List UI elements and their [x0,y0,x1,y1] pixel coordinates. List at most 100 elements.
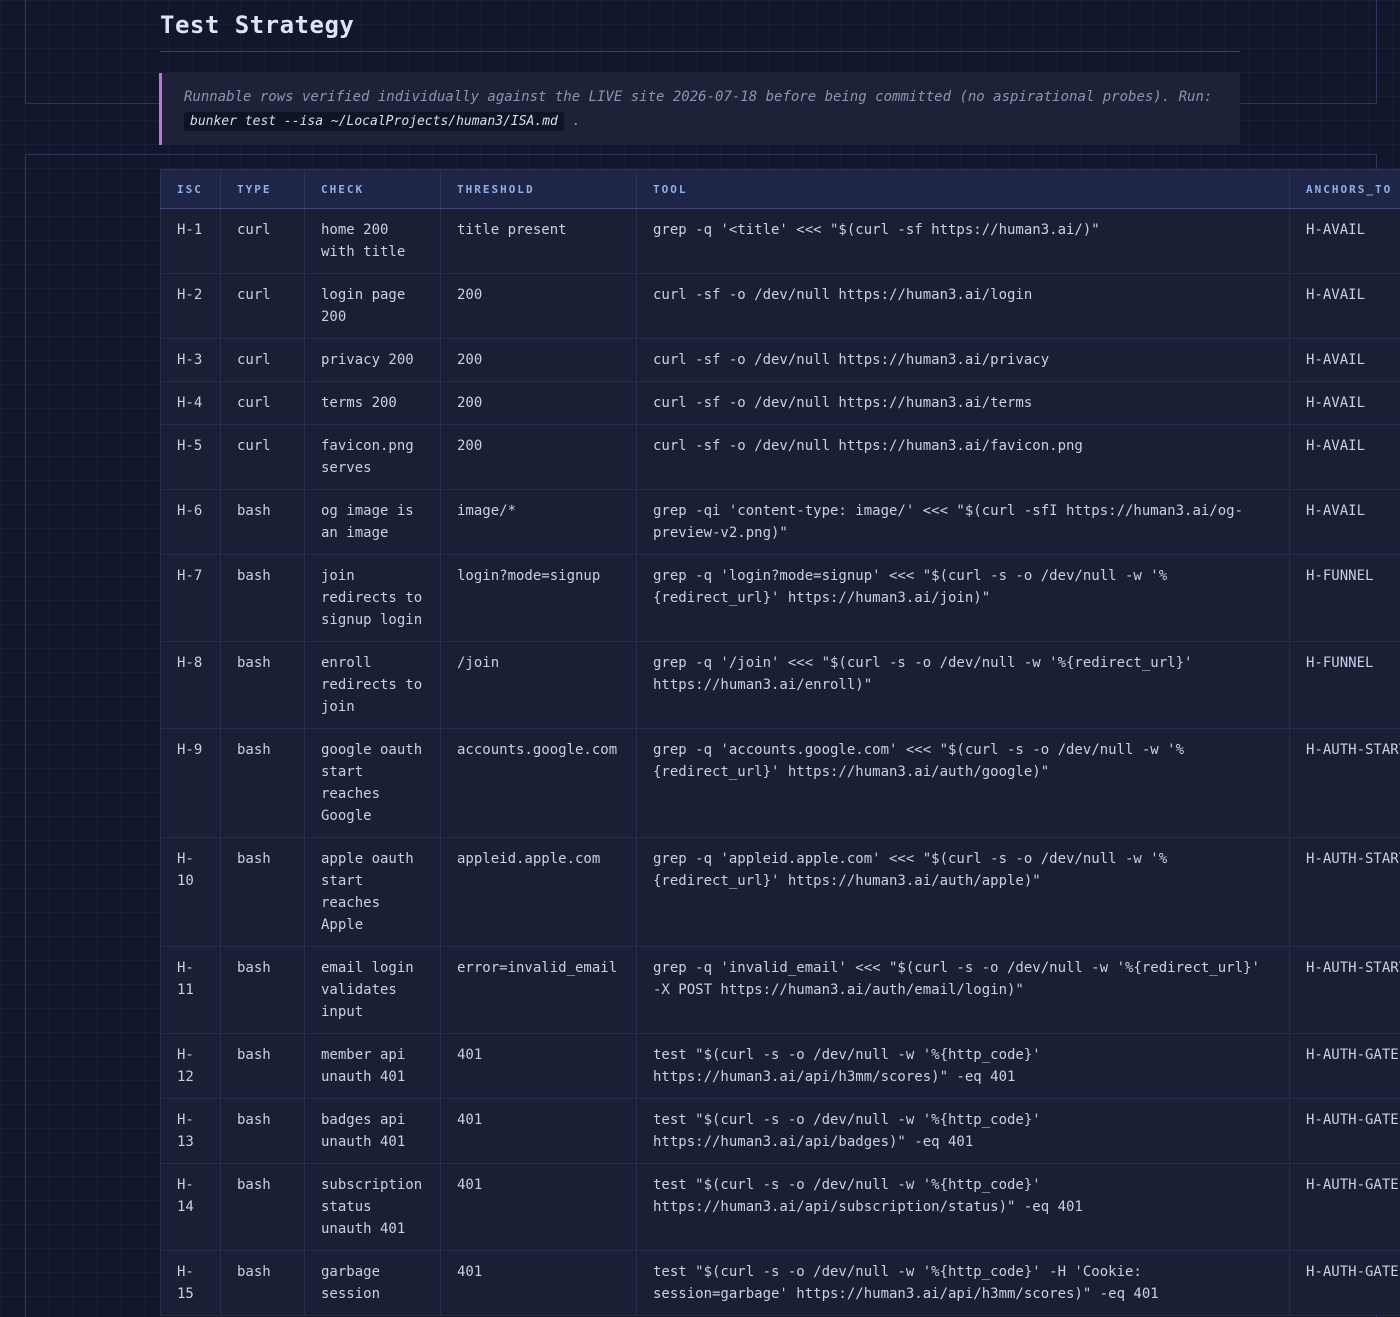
cell-type: bash [220,554,305,642]
section-heading: Test Strategy [160,8,1240,52]
table-row: H-1 curl home 200 with title title present g… [160,208,1400,274]
cell-tool: grep -qi 'content-type: image/' <<< "$(c… [636,489,1290,555]
table-row: H-4 curl terms 200 200 curl -sf -o /dev/null… [160,381,1400,425]
column-header-anchors-to: ANCHORS_TO [1289,169,1400,209]
table-row: H-2 curl login page 200 200 curl -sf -o /dev… [160,273,1400,339]
cell-check: favicon.png serves [304,424,441,490]
cell-check: login page 200 [304,273,441,339]
cell-type: bash [220,489,305,555]
column-header-threshold: THRESHOLD [440,169,637,209]
cell-check: google oauth start reaches Google [304,728,441,838]
cell-threshold: 401 [440,1098,637,1164]
cell-anchors-to: H-AUTH-START [1289,837,1400,947]
table-row: H-15 bash garbage session 401 test "$(curl -… [160,1250,1400,1316]
table-row: H-8 bash enroll redirects to join/join grep… [160,641,1400,729]
column-header-type: TYPE [220,169,305,209]
cell-isc: H-11 [160,946,221,1034]
cell-type: bash [220,1033,305,1099]
cell-type: bash [220,837,305,947]
table-row: H-12 bash member api unauth 401 401 test "$(… [160,1033,1400,1099]
cell-tool: curl -sf -o /dev/null https://human3.ai/… [636,424,1290,490]
cell-tool: grep -q '<title' <<< "$(curl -sf https:/… [636,208,1290,274]
cell-isc: H-15 [160,1250,221,1316]
cell-isc: H-7 [160,554,221,642]
cell-isc: H-9 [160,728,221,838]
cell-anchors-to: H-AUTH-GATE [1289,1098,1400,1164]
cell-anchors-to: H-AUTH-GATE [1289,1250,1400,1316]
cell-threshold: 200 [440,381,637,425]
cell-threshold: 401 [440,1033,637,1099]
cell-tool: grep -q 'accounts.google.com' <<< "$(cur… [636,728,1290,838]
table-body: H-1 curl home 200 with title title present g… [160,208,1400,1316]
cell-anchors-to: H-AVAIL [1289,208,1400,274]
test-strategy-table: ISC TYPE CHECK THRESHOLD TOOL ANCHORS_TO… [160,169,1400,1316]
cell-threshold: /join [440,641,637,729]
cell-check: privacy 200 [304,338,441,382]
cell-tool: test "$(curl -s -o /dev/null -w '%{http_… [636,1033,1290,1099]
cell-isc: H-5 [160,424,221,490]
cell-anchors-to: H-AVAIL [1289,381,1400,425]
cell-tool: grep -q 'appleid.apple.com' <<< "$(curl … [636,837,1290,947]
cell-anchors-to: H-FUNNEL [1289,641,1400,729]
cell-type: curl [220,273,305,339]
table-row: H-6 bash og image is an image image/* grep -… [160,489,1400,555]
cell-type: bash [220,641,305,729]
cell-threshold: login?mode=signup [440,554,637,642]
cell-isc: H-10 [160,837,221,947]
cell-anchors-to: H-FUNNEL [1289,554,1400,642]
table-row: H-10 bash apple oauth start reaches Apple a… [160,837,1400,947]
cell-tool: grep -q 'invalid_email' <<< "$(curl -s -… [636,946,1290,1034]
cell-threshold: 401 [440,1163,637,1251]
cell-isc: H-14 [160,1163,221,1251]
page: Test Strategy Runnable rows verified ind… [0,0,1400,1317]
cell-type: bash [220,1098,305,1164]
cell-tool: curl -sf -o /dev/null https://human3.ai/… [636,273,1290,339]
table-row: H-5 curl favicon.png serves 200 curl -sf -o … [160,424,1400,490]
cell-type: curl [220,424,305,490]
cell-check: join redirects to signup login [304,554,441,642]
cell-anchors-to: H-AUTH-GATE [1289,1033,1400,1099]
column-header-isc: ISC [160,169,221,209]
cell-threshold: 401 [440,1250,637,1316]
table-row: H-9 bash google oauth start reaches Google… [160,728,1400,838]
cell-tool: curl -sf -o /dev/null https://human3.ai/… [636,338,1290,382]
cell-type: bash [220,1163,305,1251]
cell-threshold: 200 [440,424,637,490]
cell-threshold: 200 [440,273,637,339]
cell-threshold: image/* [440,489,637,555]
cell-check: garbage session [304,1250,441,1316]
table-row: H-11 bash email login validates input error… [160,946,1400,1034]
column-header-check: CHECK [304,169,441,209]
cell-threshold: appleid.apple.com [440,837,637,947]
cell-isc: H-2 [160,273,221,339]
cell-isc: H-6 [160,489,221,555]
cell-isc: H-12 [160,1033,221,1099]
cell-check: apple oauth start reaches Apple [304,837,441,947]
table-row: H-14 bash subscription status unauth 401 40… [160,1163,1400,1251]
cell-threshold: error=invalid_email [440,946,637,1034]
cell-check: home 200 with title [304,208,441,274]
cell-tool: test "$(curl -s -o /dev/null -w '%{http_… [636,1163,1290,1251]
table-row: H-7 bash join redirects to signup login log… [160,554,1400,642]
cell-check: og image is an image [304,489,441,555]
cell-type: bash [220,1250,305,1316]
cell-isc: H-13 [160,1098,221,1164]
run-command[interactable]: bunker test --isa ~/LocalProjects/human3… [184,111,564,131]
header-row: ISC TYPE CHECK THRESHOLD TOOL ANCHORS_TO [160,169,1400,209]
cell-isc: H-3 [160,338,221,382]
cell-anchors-to: H-AVAIL [1289,424,1400,490]
cell-type: curl [220,381,305,425]
cell-anchors-to: H-AVAIL [1289,489,1400,555]
cell-tool: curl -sf -o /dev/null https://human3.ai/… [636,381,1290,425]
cell-threshold: accounts.google.com [440,728,637,838]
cell-threshold: title present [440,208,637,274]
cell-type: bash [220,728,305,838]
cell-anchors-to: H-AUTH-START [1289,946,1400,1034]
test-table-container[interactable]: ISC TYPE CHECK THRESHOLD TOOL ANCHORS_TO… [160,169,1400,1316]
cell-isc: H-1 [160,208,221,274]
cell-isc: H-8 [160,641,221,729]
section-title: Test Strategy [160,11,355,39]
cell-isc: H-4 [160,381,221,425]
cell-threshold: 200 [440,338,637,382]
cell-check: subscription status unauth 401 [304,1163,441,1251]
